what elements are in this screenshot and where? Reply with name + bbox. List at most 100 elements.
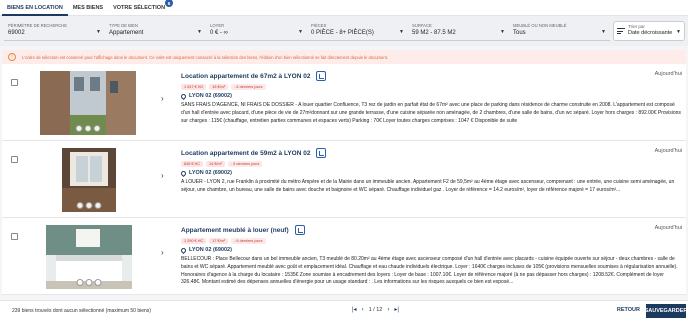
sort-icon (617, 28, 625, 35)
carousel-dot[interactable] (85, 202, 93, 209)
prev-page-icon[interactable]: ‹ (362, 307, 364, 313)
listing-photo[interactable] (62, 148, 116, 212)
carousel-dot[interactable] (76, 279, 84, 286)
filter-surface[interactable]: SURFACE 59 M2 - 87.5 M2 ▼ (408, 21, 509, 41)
last-page-icon[interactable]: ▸| (394, 306, 399, 313)
filter-value: Appartement (109, 30, 144, 36)
filter-label: LOYER (210, 23, 225, 28)
listing-description: SANS FRAIS D'AGENCE, NI FRAIS DE DOSSIER… (181, 102, 681, 124)
chevron-right-icon[interactable]: › (161, 171, 164, 180)
select-checkbox[interactable] (11, 79, 18, 86)
chevron-right-icon[interactable]: › (161, 94, 164, 103)
notice-text: L'ordre de sélection est conservé pour l… (22, 54, 389, 60)
listing-city: LYON 02 (69002) (189, 93, 232, 99)
filter-value: Tous (513, 30, 526, 36)
price-tag: 845 € HC (181, 161, 204, 167)
caret-down-icon: ▼ (197, 29, 202, 35)
results-count: 239 biens trouvés dont aucun sélectionné… (12, 307, 151, 314)
footer-bar: 239 biens trouvés dont aucun sélectionné… (0, 300, 688, 320)
filter-value: 69002 (8, 30, 25, 36)
filter-loyer[interactable]: LOYER 0 € - ∞ ▼ (206, 21, 307, 41)
select-checkbox[interactable] (11, 233, 18, 240)
carousel-dot[interactable] (76, 202, 84, 209)
filter-type-bien[interactable]: TYPE DE BIEN Appartement ▼ (105, 21, 206, 41)
carousel-dot[interactable] (75, 125, 83, 132)
tab-label: BIENS EN LOCATION (7, 5, 63, 11)
sort-value: Date décroissante (628, 30, 673, 36)
listing-title[interactable]: Location appartement de 67m2 à LYON 02 (181, 73, 310, 80)
carousel-dot[interactable] (85, 279, 93, 286)
back-button[interactable]: RETOUR (617, 307, 640, 313)
filter-label: TYPE DE BIEN (109, 23, 138, 28)
sort-label: Trier par (628, 24, 645, 29)
listing-city: LYON 02 (69002) (189, 247, 232, 253)
listing-tags: 1 290 € HC 17 €/m² - 6 derniers jours (181, 238, 682, 244)
photo-carousel-dots (76, 279, 102, 286)
next-page-icon[interactable]: › (387, 307, 389, 313)
listing-row[interactable]: › Location appartement de 67m2 à LYON 02… (2, 64, 686, 141)
filter-bar: PÉRIMÈTRE DE RECHERCHE 69002 ▼ TYPE DE BIE… (0, 16, 688, 46)
open-external-icon[interactable] (316, 71, 327, 81)
carousel-dot[interactable] (93, 125, 101, 132)
location-pin-icon (179, 169, 188, 177)
caret-down-icon: ▼ (96, 29, 101, 35)
price-per-m2-tag: 17 €/m² (209, 238, 229, 244)
open-external-icon[interactable] (316, 148, 327, 158)
first-page-icon[interactable]: |◂ (352, 306, 357, 313)
open-external-icon[interactable] (294, 225, 305, 235)
listing-date: Aujourd'hui (654, 148, 682, 154)
listing-title[interactable]: Location appartement de 59m2 à LYON 02 (181, 150, 310, 157)
pagination: |◂ ‹ 1 / 12 › ▸| (352, 306, 399, 314)
listing-row[interactable]: › Location appartement de 59m2 à LYON 02… (2, 141, 686, 218)
caret-down-icon: ▼ (399, 29, 404, 35)
listing-photo[interactable] (46, 225, 132, 289)
save-button[interactable]: SAUVEGARDER (645, 304, 687, 318)
filter-label: SURFACE (412, 23, 432, 28)
listing-title[interactable]: Appartement meublé à louer (neuf) (181, 227, 289, 234)
listing-description: BELLECOUR : Place Bellecour dans un bel … (181, 256, 678, 286)
tab-bar: BIENS EN LOCATION MES BIENS VOTRE SÉLECT… (0, 0, 688, 16)
location-pin-icon (179, 246, 188, 254)
price-per-m2-tag: 14 €/m² (206, 161, 225, 167)
filter-value: 0 € - ∞ (210, 30, 228, 36)
sort-select[interactable]: Trier par Date décroissante ▼ (613, 21, 685, 41)
filter-pieces[interactable]: PIÈCES 0 PIÈCE - 8+ PIÈCE(S) ▼ (307, 21, 408, 41)
caret-down-icon: ▼ (676, 29, 681, 35)
photo-carousel-dots (76, 202, 102, 209)
carousel-dot[interactable] (84, 125, 92, 132)
price-per-m2-tag: 15 €/m² (209, 84, 229, 90)
carousel-dot[interactable] (94, 279, 102, 286)
tab-votre-selection[interactable]: VOTRE SÉLECTION 6 (108, 0, 174, 15)
chevron-right-icon[interactable]: › (161, 248, 164, 257)
location-pin-icon (179, 92, 188, 100)
caret-down-icon: ▼ (500, 29, 505, 35)
filter-meuble[interactable]: MEUBLÉ OU NON MEUBLÉ Tous ▼ (509, 21, 610, 41)
carousel-dot[interactable] (94, 202, 102, 209)
select-checkbox[interactable] (11, 156, 18, 163)
price-tag: 1 047 € HC (181, 84, 207, 90)
page-indicator: 1 / 12 (368, 306, 383, 313)
filter-value: 59 M2 - 87.5 M2 (412, 30, 456, 36)
caret-down-icon: ▼ (298, 29, 303, 35)
filter-label: PÉRIMÈTRE DE RECHERCHE (8, 23, 68, 28)
age-tag: - 6 derniers jours (231, 84, 266, 90)
tab-biens-en-location[interactable]: BIENS EN LOCATION (2, 5, 68, 16)
listing-row[interactable]: › Appartement meublé à louer (neuf) Aujo… (2, 218, 686, 295)
filter-value: 0 PIÈCE - 8+ PIÈCE(S) (311, 30, 374, 36)
tab-label: VOTRE SÉLECTION (113, 5, 166, 11)
tab-mes-biens[interactable]: MES BIENS (68, 5, 108, 15)
listing-tags: 845 € HC 14 €/m² - 6 derniers jours (181, 161, 682, 167)
filter-label: MEUBLÉ OU NON MEUBLÉ (513, 23, 567, 28)
listing-city: LYON 02 (69002) (189, 170, 232, 176)
selection-count-badge: 6 (165, 0, 174, 7)
listing-date: Aujourd'hui (654, 71, 682, 77)
filter-perimetre[interactable]: PÉRIMÈTRE DE RECHERCHE 69002 ▼ (4, 21, 105, 41)
photo-carousel-dots (75, 125, 101, 132)
filter-label: PIÈCES (311, 23, 327, 28)
price-tag: 1 290 € HC (181, 238, 207, 244)
age-tag: - 6 derniers jours (231, 238, 266, 244)
listing-photo[interactable] (40, 71, 136, 135)
listing-description: A LOUER - LYON 2, rue Franklin à proximi… (181, 179, 675, 193)
warning-icon: ! (8, 53, 16, 61)
info-notice: ! L'ordre de sélection est conservé pour… (2, 50, 686, 64)
